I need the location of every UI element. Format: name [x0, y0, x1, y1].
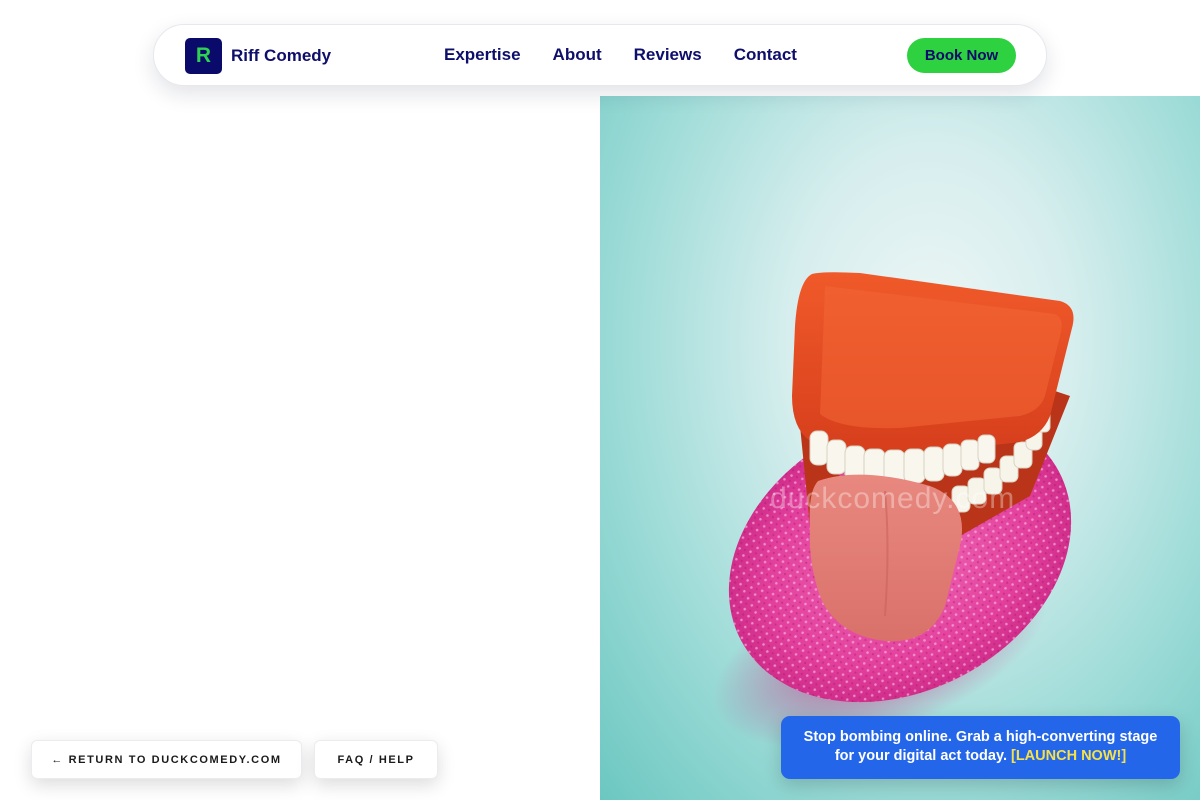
return-to-site-button[interactable]: ← RETURN TO DUCKCOMEDY.COM [31, 740, 302, 779]
promo-cta-link[interactable]: [LAUNCH NOW!] [1011, 748, 1126, 764]
nav-link-about[interactable]: About [553, 45, 602, 65]
nav-link-reviews[interactable]: Reviews [634, 45, 702, 65]
promo-banner[interactable]: Stop bombing online. Grab a high-convert… [781, 716, 1180, 779]
book-now-button[interactable]: Book Now [907, 38, 1016, 73]
nav-link-contact[interactable]: Contact [734, 45, 797, 65]
top-nav: R Riff Comedy Expertise About Reviews Co… [153, 24, 1047, 86]
hero-illustration: duckcomedy.com [713, 272, 1074, 748]
hero-image: duckcomedy.com [600, 96, 1200, 800]
faq-help-button[interactable]: FAQ / HELP [314, 740, 438, 779]
image-watermark: duckcomedy.com [770, 482, 1015, 515]
brand-link[interactable]: R Riff Comedy [185, 38, 331, 74]
brand-name: Riff Comedy [231, 46, 332, 65]
nav-link-expertise[interactable]: Expertise [444, 45, 521, 65]
brand-logo-icon: R [185, 38, 222, 74]
nav-links: Expertise About Reviews Contact [444, 45, 797, 65]
